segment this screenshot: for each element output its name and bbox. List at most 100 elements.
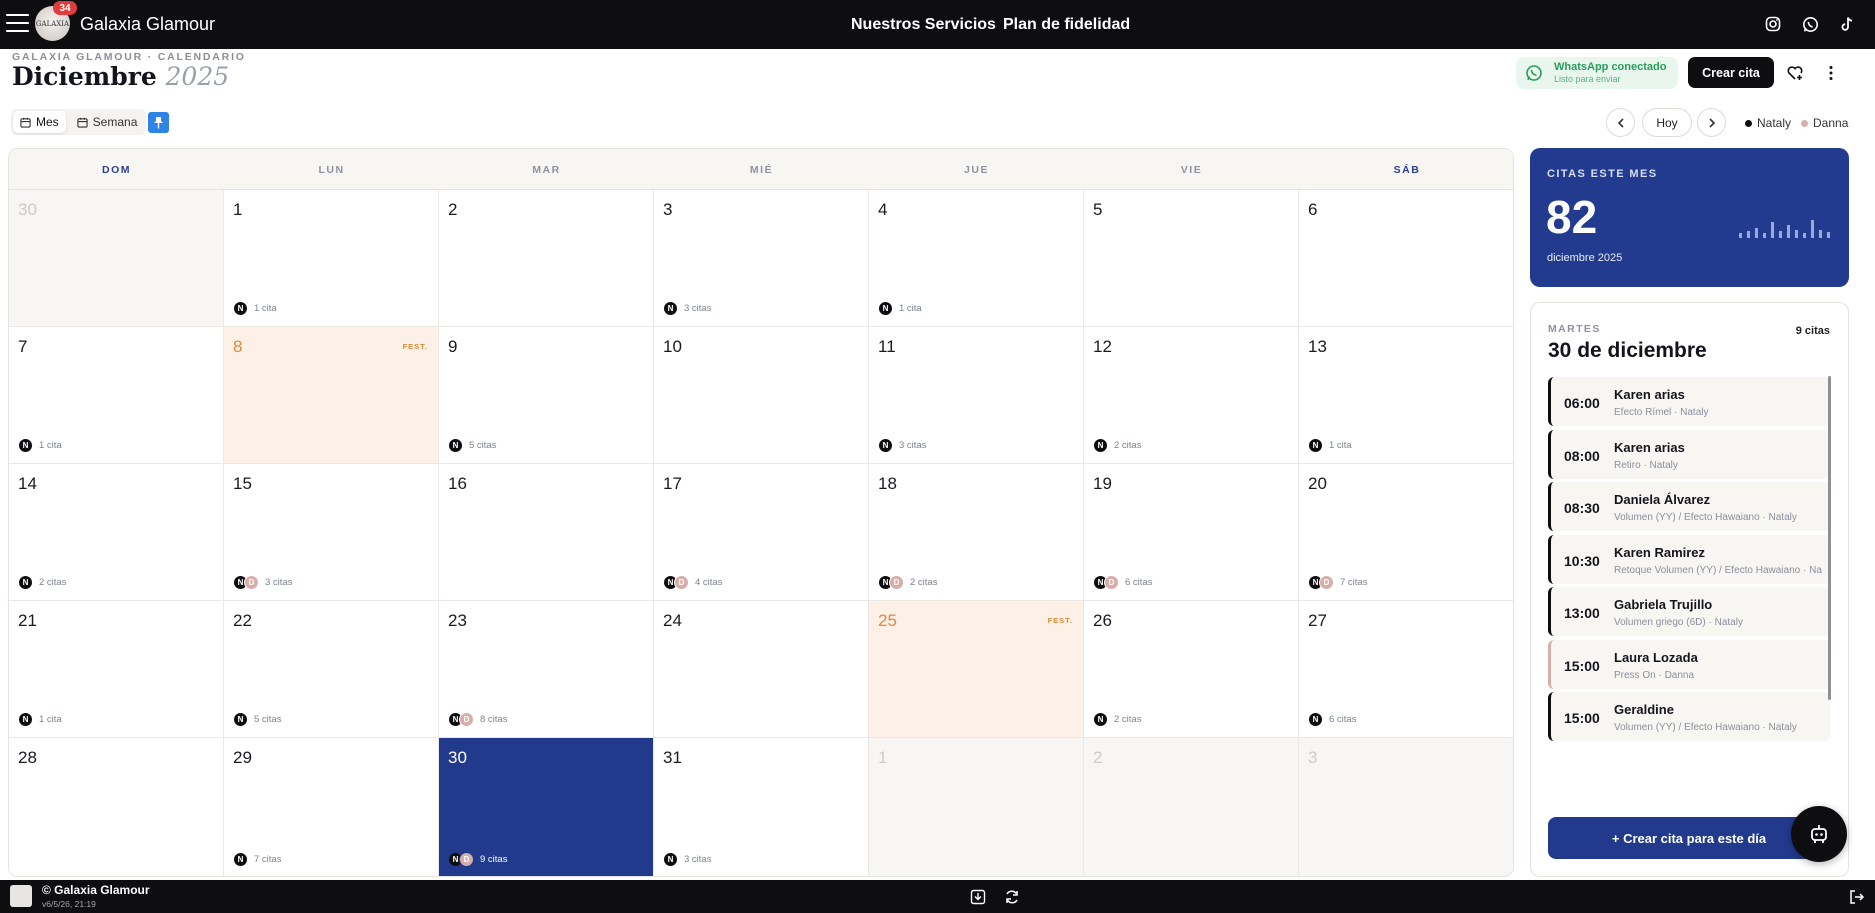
calendar-day-cell[interactable]: 19 N D 6 citas xyxy=(1084,464,1299,601)
view-month-button[interactable]: Mes xyxy=(13,111,66,133)
more-options-icon[interactable] xyxy=(1820,62,1842,84)
day-number: 25 xyxy=(878,611,897,630)
logout-icon[interactable] xyxy=(1848,888,1866,906)
day-number: 16 xyxy=(448,474,467,493)
calendar-day-cell[interactable]: 29 N 7 citas xyxy=(224,738,439,876)
appointment-time: 15:00 xyxy=(1564,657,1600,674)
day-number: 2 xyxy=(1093,748,1103,767)
brand-logo-text: GALAXIA xyxy=(35,19,70,28)
calendar-day-cell[interactable]: 3 N 3 citas xyxy=(654,190,869,327)
day-number: 28 xyxy=(18,748,37,767)
day-number: 23 xyxy=(448,611,467,630)
day-number: 5 xyxy=(1093,200,1103,219)
chevron-right-icon xyxy=(1708,117,1715,128)
day-appointment-summary: ND6 citas xyxy=(1093,575,1152,590)
calendar-day-cell[interactable]: 13 N 1 cita xyxy=(1299,327,1513,464)
calendar-day-cell[interactable]: 9 N 5 citas xyxy=(439,327,654,464)
calendar-day-cell[interactable]: 11 N 3 citas xyxy=(869,327,1084,464)
next-month-button[interactable] xyxy=(1697,108,1726,137)
create-appointment-button[interactable]: Crear cita xyxy=(1688,57,1774,88)
calendar-day-cell[interactable]: 1 N 1 cita xyxy=(224,190,439,327)
day-number: 9 xyxy=(448,337,458,356)
whatsapp-status-pill[interactable]: WhatsApp conectado Listo para enviar xyxy=(1516,57,1678,89)
day-number: 27 xyxy=(1308,611,1327,630)
calendar-day-cell[interactable]: 3 xyxy=(1299,738,1513,876)
calendar-day-cell[interactable]: 4 N 1 cita xyxy=(869,190,1084,327)
view-week-button[interactable]: Semana xyxy=(70,111,145,133)
calendar-day-cell[interactable]: 1 xyxy=(869,738,1084,876)
create-appointment-for-day-button[interactable]: + Crear cita para este día xyxy=(1548,817,1830,859)
calendar-day-cell[interactable]: 17 N D 4 citas xyxy=(654,464,869,601)
day-number: 30 xyxy=(18,200,37,219)
calendar-day-cell[interactable]: 5 xyxy=(1084,190,1299,327)
appointment-item[interactable]: 06:00 Karen arias Efecto Rímel · Nataly xyxy=(1548,377,1830,426)
weekday-label: DOM xyxy=(102,163,131,176)
calendar-day-cell[interactable]: 31 N 3 citas xyxy=(654,738,869,876)
day-number: 24 xyxy=(663,611,682,630)
appointment-client: Karen Ramirez xyxy=(1614,544,1706,560)
calendar-day-cell[interactable]: 14 N 2 citas xyxy=(9,464,224,601)
appointment-count: 4 citas xyxy=(695,577,723,588)
calendar-day-cell[interactable]: 26 N 2 citas xyxy=(1084,601,1299,738)
appointment-item[interactable]: 08:30 Daniela Álvarez Volumen (YY) / Efect… xyxy=(1548,482,1830,531)
calendar-day-cell[interactable]: 8 FEST. xyxy=(224,327,439,464)
calendar-day-cell[interactable]: 6 xyxy=(1299,190,1513,327)
appointment-list-scrollbar[interactable] xyxy=(1828,376,1831,700)
calendar-day-cell[interactable]: 23 N D 8 citas xyxy=(439,601,654,738)
nav-link-services[interactable]: Nuestros Servicios xyxy=(851,16,996,34)
avatar-nataly: N xyxy=(663,301,678,316)
day-appointment-summary: N 1 cita xyxy=(878,301,922,316)
calendar-day-cell[interactable]: 30 N D 9 citas xyxy=(439,738,654,876)
appointment-item[interactable]: 15:00 Geraldine Volumen (YY) / Efecto Hawa… xyxy=(1548,692,1830,741)
calendar-day-cell[interactable]: 21 N 1 cita xyxy=(9,601,224,738)
holiday-badge: FEST. xyxy=(1047,616,1073,625)
day-number: 4 xyxy=(878,200,888,219)
calendar-day-cell[interactable]: 25 FEST. xyxy=(869,601,1084,738)
calendar-day-cell[interactable]: 27 N 6 citas xyxy=(1299,601,1513,738)
calendar-day-cell[interactable]: 2 xyxy=(439,190,654,327)
brand-name[interactable]: Galaxia Glamour xyxy=(80,14,215,35)
assistant-bot-button[interactable] xyxy=(1791,806,1847,862)
nav-link-loyalty[interactable]: Plan de fidelidad xyxy=(1003,16,1130,34)
appointment-list[interactable]: 06:00 Karen arias Efecto Rímel · Nataly 08:… xyxy=(1548,377,1830,803)
day-appointment-summary: N 1 cita xyxy=(18,712,62,727)
whatsapp-icon[interactable] xyxy=(1800,14,1820,34)
view-month-label: Mes xyxy=(36,115,59,129)
avatar-nataly: N xyxy=(663,852,678,867)
calendar-day-cell[interactable]: 18 N D 2 citas xyxy=(869,464,1084,601)
stats-subtitle: diciembre 2025 xyxy=(1547,252,1623,264)
appointment-count: 7 citas xyxy=(254,854,282,865)
appointment-item[interactable]: 13:00 Gabriela Trujillo Volumen griego (6D… xyxy=(1548,587,1830,636)
appointment-item[interactable]: 08:00 Karen arias Retiro · Nataly xyxy=(1548,429,1830,479)
appointment-time: 15:00 xyxy=(1564,710,1600,726)
appointment-item[interactable]: 15:00 Laura Lozada Press On · Danna xyxy=(1548,639,1830,689)
calendar-day-cell[interactable]: 2 xyxy=(1084,738,1299,876)
calendar-day-cell[interactable]: 7 N 1 cita xyxy=(9,327,224,464)
day-appointment-summary: ND9 citas xyxy=(448,852,507,867)
appointment-count: 3 citas xyxy=(684,303,712,314)
day-appointment-summary: N 5 citas xyxy=(233,712,281,727)
pin-icon[interactable] xyxy=(148,112,169,133)
tiktok-icon[interactable] xyxy=(1837,14,1857,34)
instagram-icon[interactable] xyxy=(1763,14,1783,34)
hamburger-menu-icon[interactable] xyxy=(6,14,29,34)
prev-month-button[interactable] xyxy=(1606,108,1635,137)
calendar-day-cell[interactable]: 30 xyxy=(9,190,224,327)
refresh-icon[interactable] xyxy=(1003,888,1021,906)
day-number: 7 xyxy=(18,337,28,356)
today-button[interactable]: Hoy xyxy=(1642,108,1692,137)
calendar-day-cell[interactable]: 22 N 5 citas xyxy=(224,601,439,738)
notification-badge[interactable]: 34 xyxy=(53,1,77,15)
calendar-day-cell[interactable]: 28 xyxy=(9,738,224,876)
calendar-day-cell[interactable]: 20 N D 7 citas xyxy=(1299,464,1513,601)
download-icon[interactable] xyxy=(969,888,987,906)
calendar-day-cell[interactable]: 15 N D 3 citas xyxy=(224,464,439,601)
calendar-day-cell[interactable]: 24 xyxy=(654,601,869,738)
robot-icon xyxy=(1811,825,1827,843)
heart-plus-icon[interactable] xyxy=(1784,62,1806,84)
appointment-item[interactable]: 10:30 Karen Ramirez Retoque Volumen (YY) /… xyxy=(1548,534,1830,584)
calendar-day-cell[interactable]: 12 N 2 citas xyxy=(1084,327,1299,464)
calendar-day-cell[interactable]: 16 xyxy=(439,464,654,601)
appointment-count: 1 cita xyxy=(899,303,922,314)
calendar-day-cell[interactable]: 10 xyxy=(654,327,869,464)
